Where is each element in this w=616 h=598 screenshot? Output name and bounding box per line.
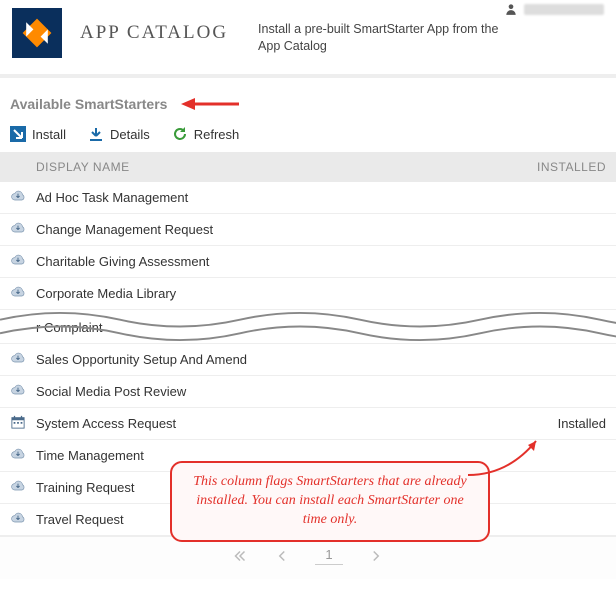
pager-page-number[interactable]: 1: [315, 547, 342, 565]
install-button[interactable]: Install: [10, 126, 66, 142]
page-subtitle: Install a pre-built SmartStarter App fro…: [258, 21, 518, 55]
refresh-icon: [172, 126, 188, 142]
row-name: System Access Request: [36, 416, 516, 431]
row-name: Change Management Request: [36, 222, 516, 237]
section-title: Available SmartStarters: [10, 96, 167, 112]
col-header-installed[interactable]: INSTALLED: [516, 160, 606, 174]
table-row[interactable]: Training Request: [0, 472, 616, 504]
cloud-download-icon: [10, 285, 36, 302]
details-icon: [88, 126, 104, 142]
table-row[interactable]: System Access RequestInstalled: [0, 408, 616, 440]
col-header-name[interactable]: DISPLAY NAME: [36, 160, 516, 174]
user-icon: [504, 2, 518, 16]
pager: 1: [0, 536, 616, 579]
cloud-download-icon: [10, 253, 36, 270]
cloud-download-icon: [10, 447, 36, 464]
table-row[interactable]: Change Management Request: [0, 214, 616, 246]
cloud-download-icon: [10, 189, 36, 206]
row-name: Social Media Post Review: [36, 384, 516, 399]
row-name: Ad Hoc Task Management: [36, 190, 516, 205]
table-row[interactable]: Ad Hoc Task Management: [0, 182, 616, 214]
row-name: Travel Request: [36, 512, 516, 527]
cloud-download-icon: [10, 351, 36, 368]
table-row[interactable]: Corporate Media Library: [0, 278, 616, 310]
row-name: Charitable Giving Assessment: [36, 254, 516, 269]
details-button[interactable]: Details: [88, 126, 150, 142]
calendar-icon: [10, 415, 36, 432]
section-header: Available SmartStarters: [0, 78, 616, 122]
cloud-download-icon: [10, 221, 36, 238]
table-row[interactable]: Social Media Post Review: [0, 376, 616, 408]
table-header: DISPLAY NAME INSTALLED: [0, 152, 616, 182]
table-row[interactable]: Charitable Giving Assessment: [0, 246, 616, 278]
toolbar: Install Details Refresh: [0, 122, 616, 152]
row-name: Training Request: [36, 480, 516, 495]
row-name: Corporate Media Library: [36, 286, 516, 301]
header: APP CATALOG Install a pre-built SmartSta…: [0, 0, 616, 78]
install-icon: [10, 126, 26, 142]
table-row[interactable]: Sales Opportunity Setup And Amend: [0, 344, 616, 376]
install-label: Install: [32, 127, 66, 142]
annotation-arrow-icon: [181, 96, 241, 112]
row-name: Sales Opportunity Setup And Amend: [36, 352, 516, 367]
refresh-button[interactable]: Refresh: [172, 126, 240, 142]
content-break: r Complaint: [0, 310, 616, 344]
refresh-label: Refresh: [194, 127, 240, 142]
cloud-download-icon: [10, 479, 36, 496]
page-title: APP CATALOG: [80, 22, 228, 44]
details-label: Details: [110, 127, 150, 142]
row-installed: Installed: [516, 416, 606, 431]
pager-next-button[interactable]: [367, 547, 385, 565]
cloud-download-icon: [10, 511, 36, 528]
row-name: Time Management: [36, 448, 516, 463]
table: DISPLAY NAME INSTALLED Ad Hoc Task Manag…: [0, 152, 616, 536]
table-row[interactable]: Time Management: [0, 440, 616, 472]
table-row[interactable]: Travel Request: [0, 504, 616, 536]
app-logo: [12, 8, 62, 58]
pager-first-button[interactable]: [231, 547, 249, 565]
pager-prev-button[interactable]: [273, 547, 291, 565]
user-menu[interactable]: [504, 2, 604, 16]
user-name: [524, 4, 604, 15]
cloud-download-icon: [10, 383, 36, 400]
